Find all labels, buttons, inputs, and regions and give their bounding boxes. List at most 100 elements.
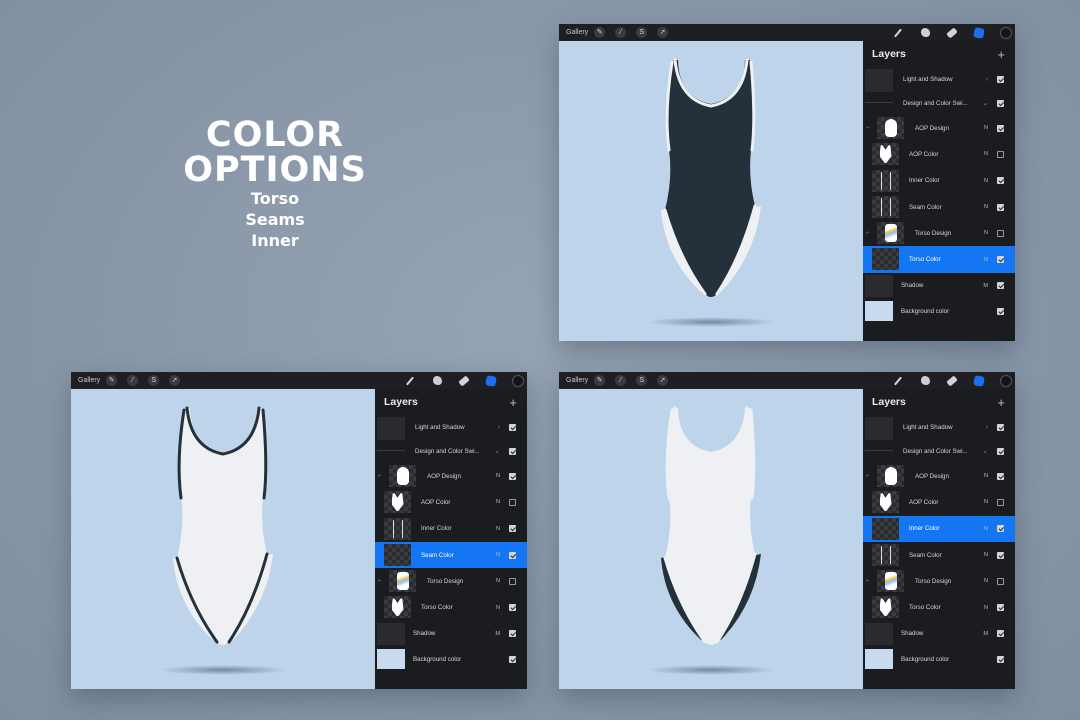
blend-mode-button[interactable]: N: [984, 473, 988, 479]
magic-wand-icon[interactable]: ⁄: [127, 375, 139, 386]
chevron-down-icon[interactable]: ⌄: [982, 99, 988, 107]
blend-mode-button[interactable]: N: [496, 552, 500, 558]
layer-row-inner-color[interactable]: Inner Color N: [863, 168, 1015, 194]
layer-visibility-checkbox[interactable]: [509, 423, 516, 431]
selection-s-icon[interactable]: S: [148, 375, 160, 386]
layer-visibility-checkbox[interactable]: [997, 177, 1004, 185]
eraser-tool-button[interactable]: [946, 26, 958, 39]
layer-visibility-checkbox[interactable]: [509, 630, 516, 638]
layer-row-aop-color[interactable]: AOP Color N: [863, 141, 1015, 167]
blend-mode-button[interactable]: M: [495, 631, 500, 637]
blend-mode-button[interactable]: N: [984, 578, 988, 584]
layer-row-aop-color[interactable]: AOP Color N: [375, 489, 527, 515]
layer-visibility-checkbox[interactable]: [509, 604, 516, 612]
magic-wand-icon[interactable]: ⁄: [615, 27, 627, 38]
layer-row-shadow[interactable]: Shadow M: [863, 273, 1015, 299]
layer-row-aop-design[interactable]: ⌐ AOP Design N: [375, 463, 527, 489]
smudge-tool-button[interactable]: [919, 375, 931, 387]
selection-s-icon[interactable]: S: [636, 375, 648, 386]
brush-tool-button[interactable]: [892, 375, 904, 387]
blend-mode-button[interactable]: N: [496, 473, 500, 479]
layer-visibility-checkbox[interactable]: [509, 525, 516, 533]
layer-row-inner-color[interactable]: Inner Color N: [863, 515, 1015, 542]
add-layer-button[interactable]: +: [509, 396, 517, 409]
color-button[interactable]: [1000, 26, 1012, 39]
layer-visibility-checkbox[interactable]: [997, 124, 1004, 132]
layer-row-light-and-shadow[interactable]: Light and Shadow ›: [863, 415, 1015, 440]
blend-mode-button[interactable]: N: [984, 605, 988, 611]
layer-row-shadow[interactable]: Shadow M: [863, 621, 1015, 647]
layer-visibility-checkbox[interactable]: [997, 525, 1004, 533]
transform-arrow-icon[interactable]: ➚: [657, 27, 669, 38]
layer-row-aop-design[interactable]: ⌐ AOP Design N: [863, 463, 1015, 489]
layer-visibility-checkbox[interactable]: [997, 423, 1004, 431]
smudge-tool-button[interactable]: [431, 375, 443, 387]
layer-visibility-checkbox[interactable]: [997, 256, 1004, 264]
layer-visibility-checkbox[interactable]: [509, 655, 516, 663]
layer-visibility-checkbox[interactable]: [997, 203, 1004, 211]
brush-tool-button[interactable]: [404, 375, 416, 387]
add-layer-button[interactable]: +: [997, 48, 1005, 61]
layer-row-seam-color[interactable]: Seam Color N: [863, 194, 1015, 220]
chevron-down-icon[interactable]: ⌄: [982, 447, 988, 455]
layer-visibility-checkbox[interactable]: [997, 229, 1004, 237]
layer-visibility-checkbox[interactable]: [997, 282, 1004, 290]
layer-visibility-checkbox[interactable]: [509, 498, 516, 506]
layer-visibility-checkbox[interactable]: [997, 655, 1004, 663]
gallery-button[interactable]: Gallery: [566, 377, 588, 384]
layer-row-light-and-shadow[interactable]: Light and Shadow ›: [863, 67, 1015, 92]
transform-arrow-icon[interactable]: ➚: [657, 375, 669, 386]
layer-row-torso-color[interactable]: Torso Color N: [863, 594, 1015, 620]
layers-button[interactable]: [973, 26, 985, 39]
blend-mode-button[interactable]: N: [496, 578, 500, 584]
blend-mode-button[interactable]: N: [984, 526, 988, 532]
chevron-right-icon[interactable]: ›: [986, 76, 988, 83]
blend-mode-button[interactable]: N: [496, 605, 500, 611]
gallery-button[interactable]: Gallery: [566, 29, 588, 36]
blend-mode-button[interactable]: N: [984, 178, 988, 184]
blend-mode-button[interactable]: M: [983, 631, 988, 637]
wrench-icon[interactable]: ✎: [594, 375, 606, 386]
wrench-icon[interactable]: ✎: [106, 375, 118, 386]
layer-visibility-checkbox[interactable]: [997, 472, 1004, 480]
brush-tool-button[interactable]: [892, 27, 904, 39]
layer-row-background-color[interactable]: Background color: [863, 647, 1015, 671]
layer-row-seam-color[interactable]: Seam Color N: [863, 542, 1015, 568]
layer-visibility-checkbox[interactable]: [997, 99, 1004, 107]
gallery-button[interactable]: Gallery: [78, 377, 100, 384]
layer-row-seam-color[interactable]: Seam Color N: [375, 541, 527, 569]
layer-row-design-and-color-swi[interactable]: Design and Color Swi... ⌄: [863, 439, 1015, 463]
transform-arrow-icon[interactable]: ➚: [169, 375, 181, 386]
layer-visibility-checkbox[interactable]: [509, 447, 516, 455]
layer-row-torso-color[interactable]: Torso Color N: [375, 594, 527, 620]
layer-row-aop-design[interactable]: ⌐ AOP Design N: [863, 115, 1015, 141]
blend-mode-button[interactable]: N: [984, 552, 988, 558]
layer-visibility-checkbox[interactable]: [509, 577, 516, 585]
wrench-icon[interactable]: ✎: [594, 27, 606, 38]
layer-visibility-checkbox[interactable]: [997, 604, 1004, 612]
blend-mode-button[interactable]: N: [984, 125, 988, 131]
blend-mode-button[interactable]: N: [984, 230, 988, 236]
smudge-tool-button[interactable]: [919, 27, 931, 39]
layer-row-design-and-color-swi[interactable]: Design and Color Swi... ⌄: [375, 439, 527, 463]
layer-visibility-checkbox[interactable]: [509, 551, 516, 559]
blend-mode-button[interactable]: N: [984, 257, 988, 263]
drawing-canvas[interactable]: [559, 389, 863, 689]
layer-row-torso-color[interactable]: Torso Color N: [863, 246, 1015, 273]
selection-s-icon[interactable]: S: [636, 27, 648, 38]
color-button[interactable]: [1000, 374, 1012, 387]
chevron-right-icon[interactable]: ›: [986, 424, 988, 431]
layer-row-light-and-shadow[interactable]: Light and Shadow ›: [375, 415, 527, 440]
magic-wand-icon[interactable]: ⁄: [615, 375, 627, 386]
layer-visibility-checkbox[interactable]: [997, 630, 1004, 638]
layer-visibility-checkbox[interactable]: [997, 307, 1004, 315]
blend-mode-button[interactable]: M: [983, 283, 988, 289]
layers-button[interactable]: [485, 374, 497, 387]
layer-row-shadow[interactable]: Shadow M: [375, 621, 527, 647]
layer-row-torso-design[interactable]: ⌐ Torso Design N: [375, 568, 527, 594]
chevron-down-icon[interactable]: ⌄: [494, 447, 500, 455]
layer-row-torso-design[interactable]: ⌐ Torso Design N: [863, 568, 1015, 594]
layers-button[interactable]: [973, 374, 985, 387]
layer-row-background-color[interactable]: Background color: [375, 647, 527, 671]
layer-visibility-checkbox[interactable]: [997, 150, 1004, 158]
